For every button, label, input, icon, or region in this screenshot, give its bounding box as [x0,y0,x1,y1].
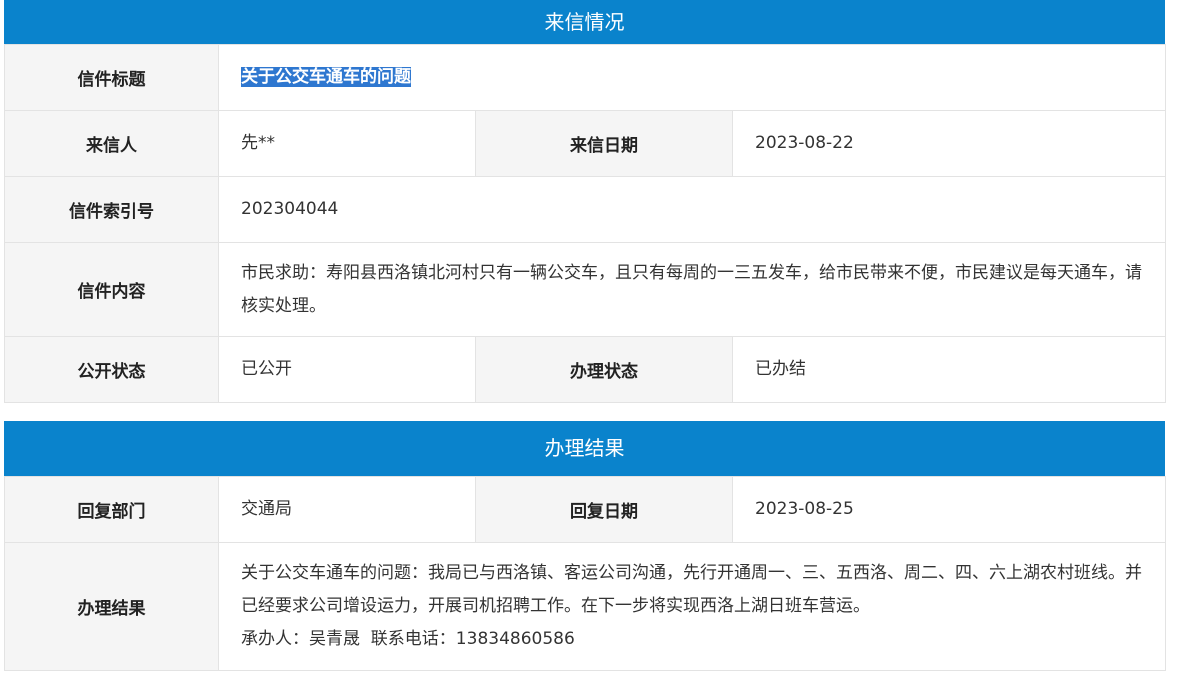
row-result: 办理结果 关于公交车通车的问题：我局已与西洛镇、客运公司沟通，先行开通周一、三、… [4,542,1166,671]
public-label: 公开状态 [4,336,219,403]
row-sender: 来信人 先** 来信日期 2023-08-22 [4,110,1167,177]
reply-date-value: 2023-08-25 [732,476,1166,543]
dept-label: 回复部门 [4,476,219,543]
result-value: 关于公交车通车的问题：我局已与西洛镇、客运公司沟通，先行开通周一、三、五西洛、周… [241,563,1142,616]
sender-label: 来信人 [4,110,219,177]
reply-date-label: 回复日期 [475,476,733,543]
result-header: 办理结果 [4,421,1165,476]
result-section: 办理结果 回复部门 交通局 回复日期 2023-08-25 办理结果 关于公交车… [4,421,1166,671]
content-value: 市民求助：寿阳县西洛镇北河村只有一辆公交车，且只有每周的一三五发车，给市民带来不… [217,242,1167,337]
title-value[interactable]: 关于公交车通车的问题 [241,67,411,87]
date-label: 来信日期 [475,110,733,177]
result-cell: 关于公交车通车的问题：我局已与西洛镇、客运公司沟通，先行开通周一、三、五西洛、周… [218,542,1166,671]
title-cell: 关于公交车通车的问题 [217,44,1167,111]
row-content: 信件内容 市民求助：寿阳县西洛镇北河村只有一辆公交车，且只有每周的一三五发车，给… [4,242,1167,337]
letter-info-section: 来信情况 信件标题 关于公交车通车的问题 来信人 先** 来信日期 2023-0… [4,0,1167,403]
sender-value: 先** [218,110,476,177]
letter-info-header: 来信情况 [4,0,1165,44]
index-label: 信件索引号 [4,176,219,243]
title-label: 信件标题 [4,44,219,111]
row-index: 信件索引号 202304044 [4,176,1167,243]
handler-line: 承办人：吴青晟 联系电话：13834860586 [241,629,575,649]
result-table: 回复部门 交通局 回复日期 2023-08-25 办理结果 关于公交车通车的问题… [4,476,1166,671]
public-value: 已公开 [218,336,476,403]
row-title: 信件标题 关于公交车通车的问题 [4,44,1167,111]
status-value: 已办结 [731,336,1167,403]
row-dept: 回复部门 交通局 回复日期 2023-08-25 [4,476,1166,543]
content-label: 信件内容 [4,242,219,337]
dept-value: 交通局 [218,476,476,543]
date-value: 2023-08-22 [731,110,1167,177]
row-status: 公开状态 已公开 办理状态 已办结 [4,336,1167,403]
letter-info-table: 信件标题 关于公交车通车的问题 来信人 先** 来信日期 2023-08-22 … [4,44,1167,403]
result-label: 办理结果 [4,542,219,671]
index-value: 202304044 [217,176,1167,243]
status-label: 办理状态 [475,336,733,403]
